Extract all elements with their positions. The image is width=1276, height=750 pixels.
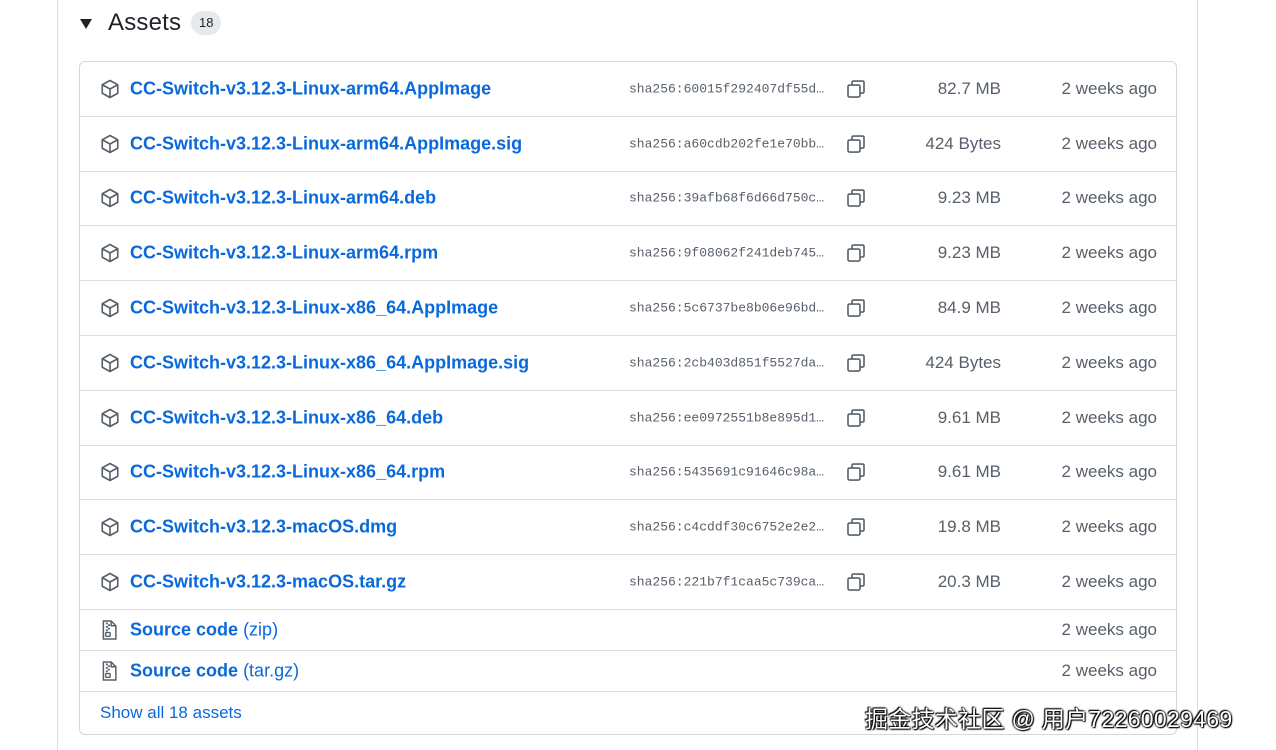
copy-icon[interactable] <box>846 79 866 99</box>
asset-size: 82.7 MB <box>937 78 1001 98</box>
asset-sha256: sha256:a60cdb202fe1e70bb… <box>629 136 825 152</box>
release-page: Assets 18 CC-Switch-v3.12.3-Linux-arm64.… <box>0 0 1276 750</box>
asset-name-link[interactable]: CC-Switch-v3.12.3-Linux-x86_64.rpm <box>130 462 445 483</box>
copy-icon[interactable] <box>846 408 866 428</box>
file-zip-icon <box>100 661 118 681</box>
copy-icon[interactable] <box>846 462 866 482</box>
asset-size: 9.61 MB <box>937 462 1001 482</box>
copy-icon[interactable] <box>846 134 866 154</box>
asset-size: 9.23 MB <box>937 188 1001 208</box>
package-icon <box>100 298 120 318</box>
asset-size: 20.3 MB <box>937 572 1001 592</box>
copy-icon[interactable] <box>846 572 866 592</box>
asset-name-link[interactable]: CC-Switch-v3.12.3-Linux-arm64.AppImage <box>130 78 491 99</box>
asset-name-link[interactable]: CC-Switch-v3.12.3-Linux-x86_64.AppImage.… <box>130 352 529 373</box>
source-code-link[interactable]: Source code (tar.gz) <box>130 660 299 681</box>
asset-name-link[interactable]: CC-Switch-v3.12.3-Linux-arm64.deb <box>130 188 436 209</box>
asset-row: CC-Switch-v3.12.3-Linux-x86_64.rpm sha256… <box>80 446 1176 501</box>
asset-date: 2 weeks ago <box>1061 517 1157 537</box>
asset-row: CC-Switch-v3.12.3-Linux-arm64.deb sha256:… <box>80 172 1176 227</box>
asset-size: 84.9 MB <box>937 298 1001 318</box>
copy-icon[interactable] <box>846 517 866 537</box>
asset-row: CC-Switch-v3.12.3-Linux-x86_64.AppImage s… <box>80 281 1176 336</box>
asset-row: CC-Switch-v3.12.3-Linux-x86_64.deb sha256… <box>80 391 1176 446</box>
copy-icon[interactable] <box>846 298 866 318</box>
package-icon <box>100 572 120 592</box>
assets-count-badge: 18 <box>191 11 222 35</box>
asset-name-link[interactable]: CC-Switch-v3.12.3-macOS.tar.gz <box>130 572 406 593</box>
source-code-link[interactable]: Source code (zip) <box>130 619 278 640</box>
content-border-right <box>1197 0 1198 750</box>
source-code-date: 2 weeks ago <box>1061 660 1157 680</box>
copy-icon[interactable] <box>846 353 866 373</box>
asset-name-link[interactable]: CC-Switch-v3.12.3-Linux-x86_64.deb <box>130 407 443 428</box>
package-icon <box>100 134 120 154</box>
triangle-down-icon[interactable] <box>80 19 92 29</box>
source-code-label: Source code <box>130 660 239 681</box>
content-border-left <box>57 0 58 750</box>
package-icon <box>100 243 120 263</box>
source-code-format: (zip) <box>243 619 279 640</box>
asset-sha256: sha256:221b7f1caa5c739ca… <box>629 574 825 590</box>
asset-date: 2 weeks ago <box>1061 298 1157 318</box>
asset-sha256: sha256:9f08062f241deb745… <box>629 245 825 261</box>
watermark: 掘金技术社区 @ 用户72260029469 <box>865 706 1233 732</box>
source-code-label: Source code <box>130 619 239 640</box>
asset-size: 9.61 MB <box>937 407 1001 427</box>
package-icon <box>100 353 120 373</box>
source-code-format: (tar.gz) <box>243 660 300 681</box>
asset-date: 2 weeks ago <box>1061 572 1157 592</box>
asset-date: 2 weeks ago <box>1061 352 1157 372</box>
asset-name-link[interactable]: CC-Switch-v3.12.3-macOS.dmg <box>130 517 397 538</box>
asset-row: CC-Switch-v3.12.3-macOS.dmg sha256:c4cddf… <box>80 500 1176 556</box>
show-all-assets-link[interactable]: Show all 18 assets <box>100 703 242 723</box>
source-code-row: Source code (tar.gz) 2 weeks ago <box>80 651 1176 692</box>
asset-row: CC-Switch-v3.12.3-Linux-x86_64.AppImage.… <box>80 336 1176 391</box>
asset-name-link[interactable]: CC-Switch-v3.12.3-Linux-arm64.AppImage.s… <box>130 133 522 154</box>
asset-sha256: sha256:5c6737be8b06e96bd… <box>629 300 825 316</box>
package-icon <box>100 517 120 537</box>
assets-list: CC-Switch-v3.12.3-Linux-arm64.AppImage sh… <box>79 61 1177 735</box>
asset-size: 424 Bytes <box>925 133 1001 153</box>
asset-date: 2 weeks ago <box>1061 133 1157 153</box>
asset-date: 2 weeks ago <box>1061 78 1157 98</box>
asset-row: CC-Switch-v3.12.3-macOS.tar.gz sha256:221… <box>80 555 1176 610</box>
asset-size: 424 Bytes <box>925 352 1001 372</box>
package-icon <box>100 408 120 428</box>
source-code-date: 2 weeks ago <box>1061 619 1157 639</box>
asset-size: 19.8 MB <box>937 517 1001 537</box>
asset-sha256: sha256:60015f292407df55d… <box>629 81 825 97</box>
asset-date: 2 weeks ago <box>1061 188 1157 208</box>
file-zip-icon <box>100 620 118 640</box>
asset-sha256: sha256:39afb68f6d66d750c… <box>629 190 825 206</box>
source-code-row: Source code (zip) 2 weeks ago <box>80 610 1176 651</box>
asset-sha256: sha256:c4cddf30c6752e2e2… <box>629 519 825 535</box>
asset-size: 9.23 MB <box>937 243 1001 263</box>
asset-sha256: sha256:ee0972551b8e895d1… <box>629 410 825 426</box>
package-icon <box>100 79 120 99</box>
package-icon <box>100 462 120 482</box>
asset-row: CC-Switch-v3.12.3-Linux-arm64.rpm sha256:… <box>80 226 1176 282</box>
asset-row: CC-Switch-v3.12.3-Linux-arm64.AppImage.s… <box>80 117 1176 172</box>
copy-icon[interactable] <box>846 243 866 263</box>
package-icon <box>100 188 120 208</box>
asset-date: 2 weeks ago <box>1061 243 1157 263</box>
asset-name-link[interactable]: CC-Switch-v3.12.3-Linux-x86_64.AppImage <box>130 298 498 319</box>
asset-date: 2 weeks ago <box>1061 407 1157 427</box>
assets-header[interactable]: Assets 18 <box>78 7 222 39</box>
copy-icon[interactable] <box>846 188 866 208</box>
asset-row: CC-Switch-v3.12.3-Linux-arm64.AppImage sh… <box>80 62 1176 117</box>
asset-sha256: sha256:5435691c91646c98a… <box>629 464 825 480</box>
asset-sha256: sha256:2cb403d851f5527da… <box>629 355 825 371</box>
assets-title: Assets <box>108 9 182 36</box>
asset-name-link[interactable]: CC-Switch-v3.12.3-Linux-arm64.rpm <box>130 243 438 264</box>
asset-date: 2 weeks ago <box>1061 462 1157 482</box>
